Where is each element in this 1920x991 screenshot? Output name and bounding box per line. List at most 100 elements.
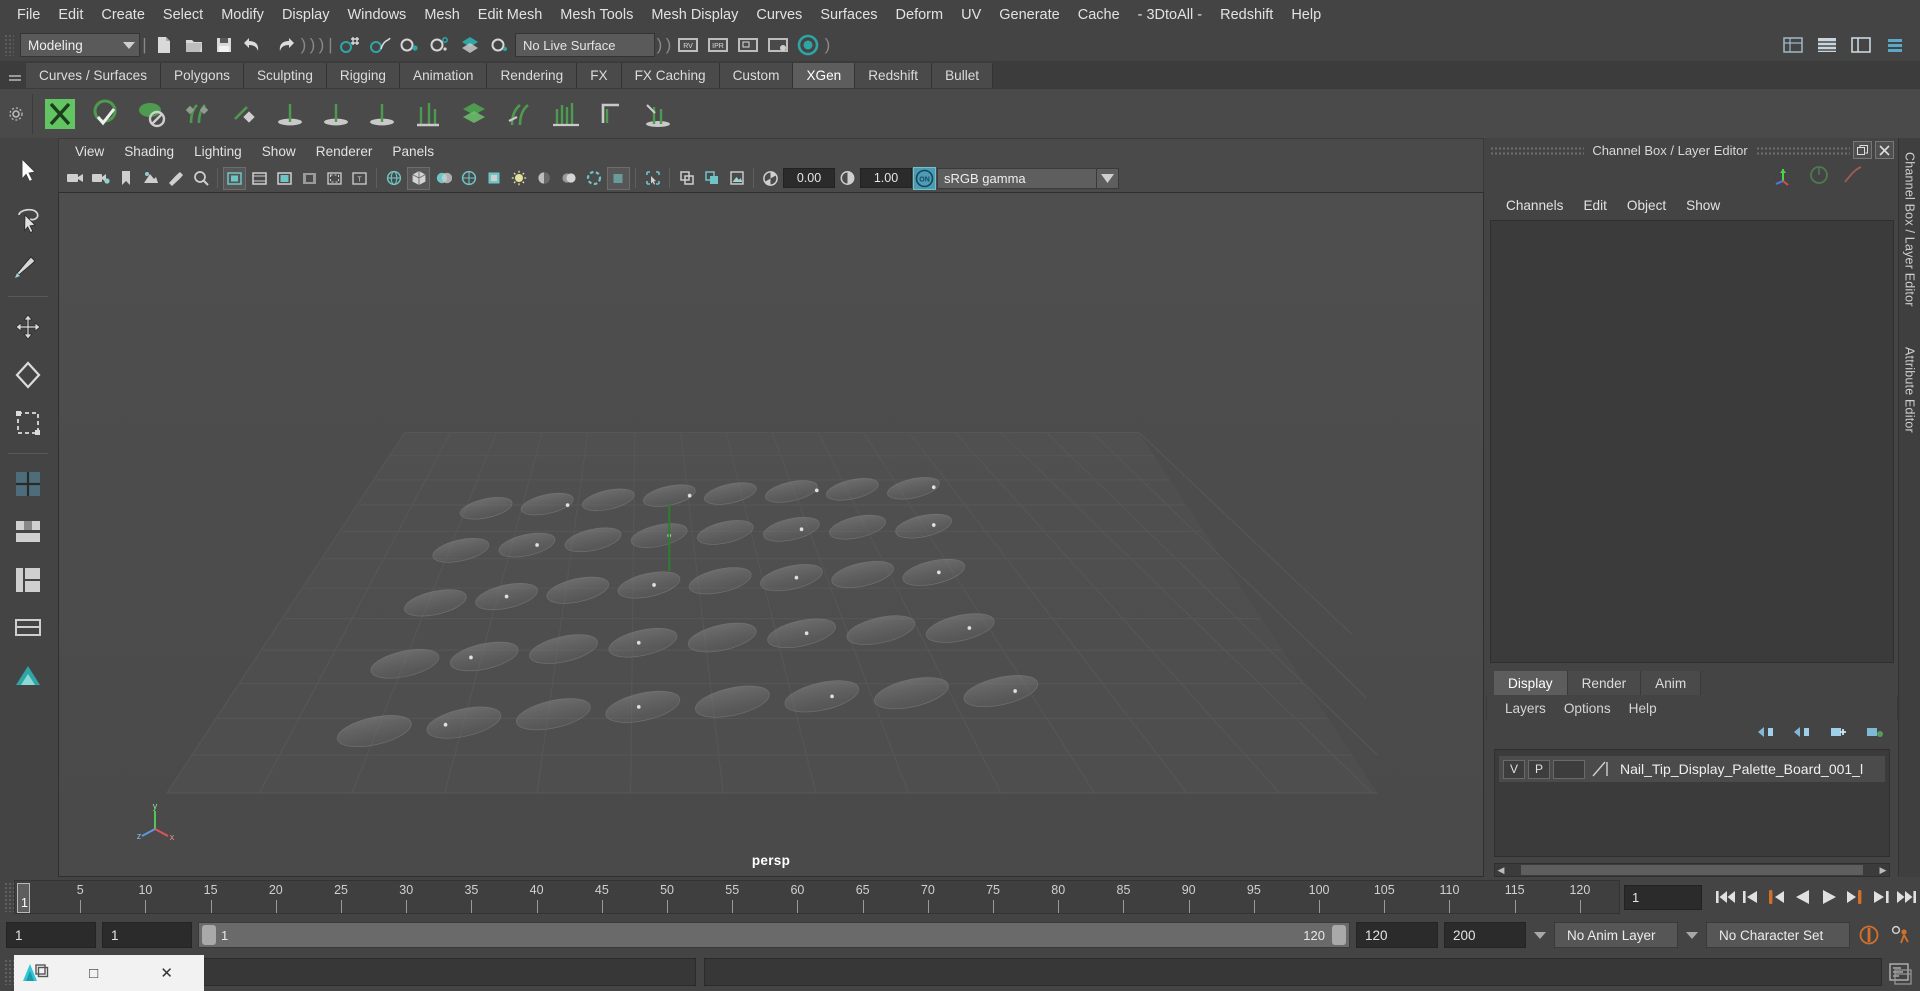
xgen-groom-layer-icon[interactable]	[454, 94, 494, 134]
multisample-icon[interactable]	[582, 167, 605, 190]
gate-mask-icon[interactable]	[223, 166, 246, 190]
menu-redshift[interactable]: Redshift	[1211, 4, 1282, 26]
menu-help[interactable]: Help	[1282, 4, 1330, 26]
manipulator-axis-icon[interactable]	[1772, 163, 1796, 192]
go-to-end-icon[interactable]	[1894, 884, 1920, 910]
xgen-sculpt-guide-icon[interactable]	[316, 94, 356, 134]
shelf-tab-fx[interactable]: FX	[577, 63, 622, 88]
persp-outliner-layout-icon[interactable]	[8, 604, 48, 652]
gamma-field[interactable]: 1.00	[860, 168, 912, 188]
menu-mesh-display[interactable]: Mesh Display	[642, 4, 747, 26]
depth-of-field-icon[interactable]	[607, 166, 630, 190]
snap-point-icon[interactable]	[397, 32, 423, 58]
single-pane-layout-icon[interactable]	[8, 556, 48, 604]
play-forwards-icon[interactable]	[1816, 884, 1842, 910]
command-output-field[interactable]	[704, 958, 1882, 986]
current-frame-field[interactable]: 1	[1624, 884, 1702, 910]
shelf-menu-icon[interactable]	[4, 63, 26, 88]
range-start-field[interactable]: 1	[102, 922, 192, 948]
ipr-render-icon[interactable]: IPR	[705, 32, 731, 58]
menu-file[interactable]: File	[8, 4, 49, 26]
lock-camera-icon[interactable]	[89, 167, 112, 190]
color-profile-field[interactable]: sRGB gamma	[937, 167, 1097, 189]
render-region-icon[interactable]	[735, 32, 761, 58]
rotate-manipulator-icon[interactable]	[1808, 164, 1830, 191]
xgen-move-guide-icon[interactable]	[270, 94, 310, 134]
range-slider-left-handle[interactable]	[202, 925, 216, 945]
layer-name[interactable]: Nail_Tip_Display_Palette_Board_001_l	[1620, 761, 1863, 777]
tool-settings-icon[interactable]	[1848, 32, 1874, 58]
command-line-grip[interactable]	[4, 959, 14, 985]
open-scene-icon[interactable]	[181, 32, 207, 58]
shelf-tab-curves-surfaces[interactable]: Curves / Surfaces	[26, 63, 162, 88]
scroll-left-arrow-icon[interactable]: ◀	[1495, 865, 1507, 876]
viewport-menu-shading[interactable]: Shading	[114, 142, 184, 161]
menu-mesh[interactable]: Mesh	[415, 4, 468, 26]
range-slider[interactable]: 1 120	[198, 922, 1350, 948]
menu-surfaces[interactable]: Surfaces	[811, 4, 886, 26]
layer-tab-render[interactable]: Render	[1567, 671, 1642, 695]
modeling-toolkit-icon[interactable]	[1780, 32, 1806, 58]
layer-shading-toggle[interactable]	[1553, 759, 1585, 779]
shelf-tab-bullet[interactable]: Bullet	[932, 63, 994, 88]
move-tool-icon[interactable]	[8, 303, 48, 351]
layer-menu-help[interactable]: Help	[1621, 700, 1665, 717]
new-scene-icon[interactable]	[151, 32, 177, 58]
perspective-viewport[interactable]: persp y z x	[58, 192, 1484, 877]
step-forward-frame-icon[interactable]	[1842, 884, 1868, 910]
lasso-select-tool-icon[interactable]	[8, 194, 48, 242]
xray-joints-icon[interactable]	[700, 167, 723, 190]
restore-icon[interactable]	[1853, 141, 1872, 159]
play-backwards-icon[interactable]	[1790, 884, 1816, 910]
viewport-menu-renderer[interactable]: Renderer	[306, 142, 383, 161]
resolution-gate-icon[interactable]	[248, 167, 271, 190]
live-surface-field[interactable]: No Live Surface	[515, 33, 655, 57]
menu-curves[interactable]: Curves	[747, 4, 811, 26]
xgen-clump-icon[interactable]	[500, 94, 540, 134]
time-slider-ruler[interactable]: 1 5 10 15 20 25 30 35 40 45 50 55 60 65 70 75 80 85 90 95 1…	[14, 880, 1620, 914]
select-tool-icon[interactable]	[8, 146, 48, 194]
move-layer-down-icon[interactable]	[1792, 725, 1812, 744]
animation-start-field[interactable]: 1	[6, 922, 96, 948]
xray-active-components-icon[interactable]	[725, 167, 748, 190]
image-plane-icon[interactable]	[139, 167, 162, 190]
channel-box-menu-channels[interactable]: Channels	[1498, 196, 1571, 215]
viewport-menu-view[interactable]: View	[65, 142, 114, 161]
menu-3dtoall[interactable]: - 3DtoAll -	[1129, 4, 1211, 26]
character-set-selector[interactable]: No Character Set	[1706, 922, 1850, 948]
field-chart-icon[interactable]	[298, 167, 321, 190]
wireframe-icon[interactable]	[382, 167, 405, 190]
snap-curve-icon[interactable]	[367, 32, 393, 58]
four-view-layout-icon[interactable]	[8, 460, 48, 508]
make-live-icon[interactable]	[487, 32, 513, 58]
color-profile-dropdown-arrow-icon[interactable]	[1097, 167, 1119, 189]
channel-box-menu-object[interactable]: Object	[1619, 196, 1674, 215]
current-time-indicator[interactable]: 1	[17, 883, 30, 913]
range-slider-right-handle[interactable]	[1332, 925, 1346, 945]
two-pane-layout-icon[interactable]	[8, 508, 48, 556]
shelf-tab-fx-caching[interactable]: FX Caching	[621, 63, 720, 88]
layer-color-swatch-icon[interactable]	[1588, 759, 1612, 779]
redo-icon[interactable]	[271, 32, 297, 58]
channel-box-menu-edit[interactable]: Edit	[1575, 196, 1614, 215]
panel-drag-handle[interactable]	[1490, 145, 1585, 155]
close-window-icon[interactable]: ✕	[129, 964, 204, 982]
layer-row[interactable]: V P Nail_Tip_Display_Palette_Board_001_l	[1499, 756, 1885, 782]
new-layer-from-selection-icon[interactable]	[1864, 725, 1884, 744]
maya-app-icon[interactable]	[14, 958, 58, 988]
isolate-select-icon[interactable]	[641, 167, 664, 190]
layer-menu-layers[interactable]: Layers	[1497, 700, 1554, 717]
close-icon[interactable]	[1875, 141, 1894, 159]
film-gate-icon[interactable]	[273, 167, 296, 190]
xgen-lock-guide-icon[interactable]	[362, 94, 402, 134]
exposure-icon[interactable]	[759, 167, 782, 190]
animation-preferences-icon[interactable]	[1888, 922, 1914, 948]
display-layer-list[interactable]: V P Nail_Tip_Display_Palette_Board_001_l	[1494, 749, 1890, 857]
help-line-icon[interactable]	[1892, 967, 1914, 987]
grease-pencil-icon[interactable]	[164, 167, 187, 190]
save-scene-icon[interactable]	[211, 32, 237, 58]
menu-create[interactable]: Create	[92, 4, 154, 26]
step-back-keyframe-icon[interactable]	[1738, 884, 1764, 910]
shelf-tab-animation[interactable]: Animation	[400, 63, 488, 88]
xray-icon[interactable]	[675, 167, 698, 190]
